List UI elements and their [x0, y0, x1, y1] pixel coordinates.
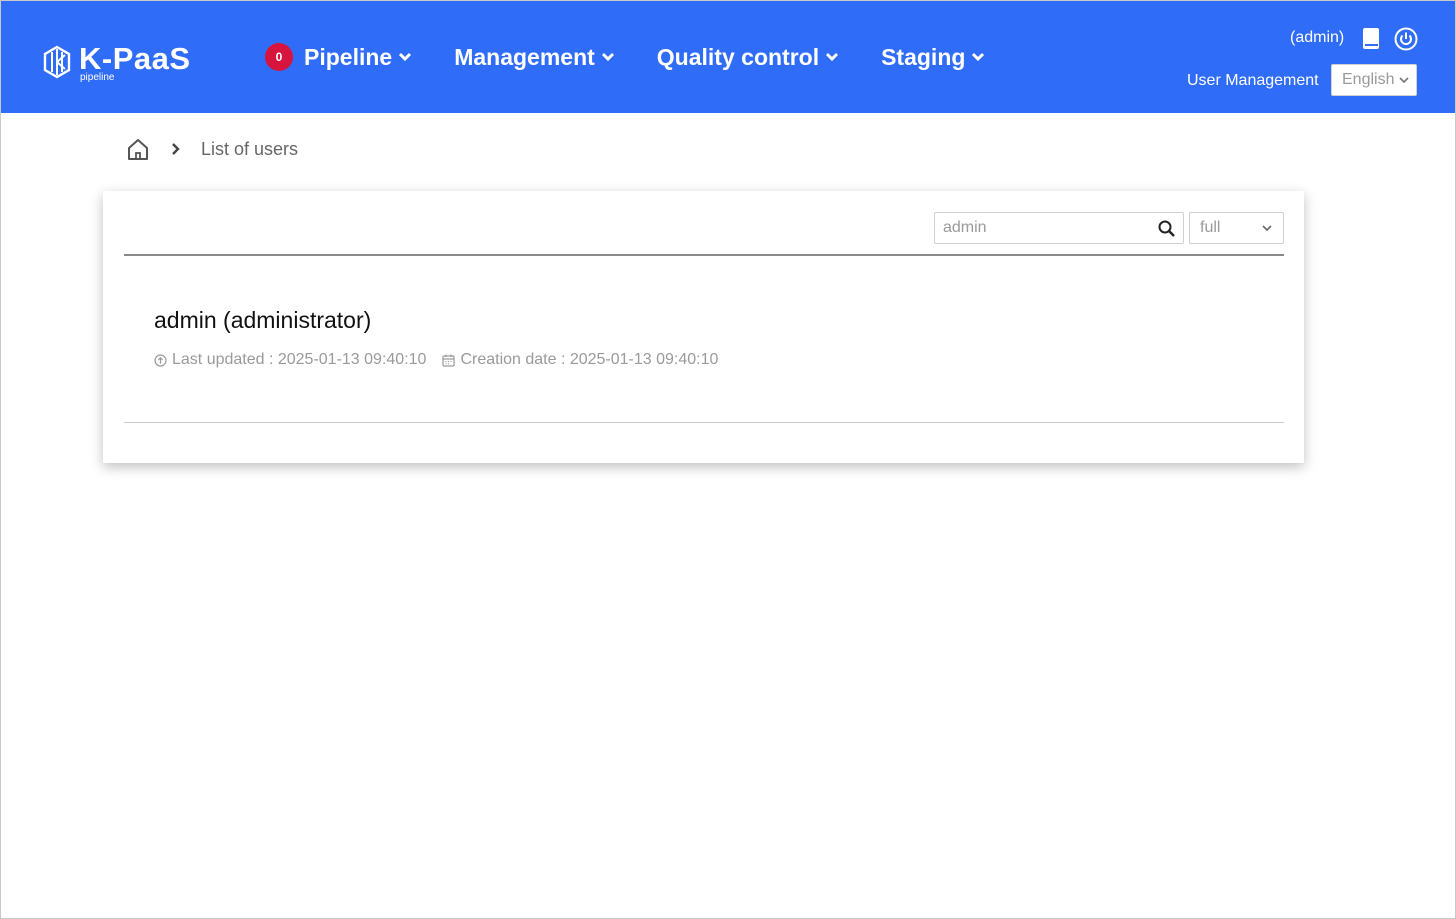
nav-pipeline-label: Pipeline — [304, 43, 393, 70]
creation-date: Creation date : 2025-01-13 09:40:10 — [442, 351, 718, 369]
last-updated: Last updated : 2025-01-13 09:40:10 — [154, 351, 426, 369]
user-management-link[interactable]: User Management — [1187, 72, 1319, 90]
search-input[interactable] — [935, 213, 1150, 243]
chevron-down-icon — [972, 52, 985, 62]
search-filter-value: full — [1200, 219, 1221, 236]
kpaas-logo-icon — [43, 45, 71, 79]
manual-book-icon[interactable] — [1361, 27, 1381, 51]
language-select-value: English — [1342, 71, 1395, 88]
divider — [124, 422, 1284, 423]
chevron-down-icon — [601, 52, 614, 62]
top-header: K-PaaS pipeline 0 Pipeline Management Qu… — [1, 1, 1455, 113]
chevron-down-icon — [1399, 77, 1409, 84]
notification-badge[interactable]: 0 — [265, 43, 293, 71]
breadcrumb: List of users — [127, 137, 298, 161]
main-nav: 0 Pipeline Management Quality control St… — [265, 39, 1027, 75]
logo-subtitle: pipeline — [80, 72, 115, 83]
nav-staging-label: Staging — [881, 43, 966, 70]
chevron-down-icon — [1262, 225, 1272, 232]
current-user[interactable]: (admin) — [1290, 29, 1344, 47]
nav-management[interactable]: Management — [454, 44, 615, 71]
logo-title: K-PaaS — [79, 41, 191, 76]
nav-staging[interactable]: Staging — [881, 44, 985, 71]
creation-date-text: Creation date : 2025-01-13 09:40:10 — [460, 351, 719, 368]
upload-circle-icon — [154, 353, 167, 367]
logo[interactable]: K-PaaS pipeline — [43, 43, 191, 87]
nav-quality-control[interactable]: Quality control — [657, 44, 839, 71]
chevron-down-icon — [399, 52, 412, 62]
chevron-right-icon — [172, 143, 180, 155]
search-filter-select[interactable]: full — [1189, 212, 1284, 244]
nav-quality-control-label: Quality control — [656, 43, 820, 70]
divider — [124, 254, 1284, 256]
chevron-down-icon — [826, 52, 839, 62]
user-entry-title[interactable]: admin (administrator) — [154, 307, 371, 334]
home-icon[interactable] — [127, 138, 149, 160]
last-updated-text: Last updated : 2025-01-13 09:40:10 — [172, 351, 427, 368]
user-list-panel: full admin (administrator) Last updated … — [103, 191, 1304, 463]
user-entry-meta: Last updated : 2025-01-13 09:40:10 Creat… — [154, 351, 734, 369]
calendar-icon — [442, 354, 456, 367]
search-box — [934, 212, 1184, 244]
nav-pipeline[interactable]: Pipeline — [304, 44, 412, 71]
language-select[interactable]: English — [1331, 64, 1417, 96]
nav-management-label: Management — [454, 43, 595, 70]
breadcrumb-current: List of users — [201, 138, 299, 159]
search-icon[interactable] — [1158, 220, 1175, 237]
logout-power-icon[interactable] — [1394, 27, 1418, 51]
